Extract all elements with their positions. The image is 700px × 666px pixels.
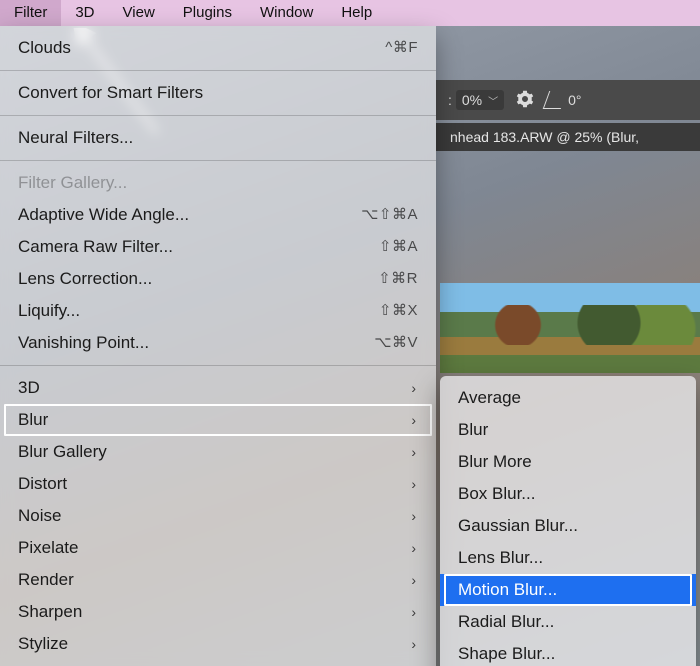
menu-item-label: Blur Gallery <box>18 441 107 463</box>
submenu-arrow-icon: › <box>411 633 418 655</box>
menu-item-shortcut: ⌥⇧⌘A <box>361 204 418 226</box>
submenu-arrow-icon: › <box>411 377 418 399</box>
menu-item-blur-gallery[interactable]: Blur Gallery › <box>0 436 436 468</box>
menu-item-label: Blur <box>18 409 48 431</box>
menu-item-label: Lens Correction... <box>18 268 152 290</box>
gear-icon[interactable] <box>516 90 534 111</box>
submenu-arrow-icon: › <box>411 505 418 527</box>
menu-item-label: Render <box>18 569 74 591</box>
menu-item-vanishing-point[interactable]: Vanishing Point... ⌥⌘V <box>0 327 436 359</box>
filter-menu: Clouds ^⌘F Convert for Smart Filters Neu… <box>0 26 436 666</box>
menu-item-noise[interactable]: Noise › <box>0 500 436 532</box>
menu-item-label: Camera Raw Filter... <box>18 236 173 258</box>
menu-item-label: Pixelate <box>18 537 78 559</box>
submenu-arrow-icon: › <box>411 441 418 463</box>
menu-item-label: Adaptive Wide Angle... <box>18 204 189 226</box>
menu-item-label: Stylize <box>18 633 68 655</box>
opacity-value: 0% <box>462 92 482 108</box>
menu-item-label: Liquify... <box>18 300 80 322</box>
menu-separator <box>0 160 436 161</box>
menu-item-neural-filters[interactable]: Neural Filters... <box>0 122 436 154</box>
menu-item-render[interactable]: Render › <box>0 564 436 596</box>
menu-item-convert-smart-filters[interactable]: Convert for Smart Filters <box>0 77 436 109</box>
image-preview <box>440 283 700 373</box>
menu-3d[interactable]: 3D <box>61 0 108 26</box>
angle-icon <box>543 91 568 109</box>
menu-item-shortcut: ⇧⌘X <box>379 300 418 322</box>
menu-item-clouds[interactable]: Clouds ^⌘F <box>0 32 436 64</box>
opacity-field[interactable]: : 0% ﹀ <box>448 90 504 110</box>
menu-item-label: Distort <box>18 473 67 495</box>
angle-field[interactable]: 0° <box>546 91 581 109</box>
menu-item-distort[interactable]: Distort › <box>0 468 436 500</box>
menu-item-shortcut: ⇧⌘R <box>378 268 418 290</box>
menu-item-label: Sharpen <box>18 601 82 623</box>
menu-separator <box>0 70 436 71</box>
menu-filter[interactable]: Filter <box>0 0 61 26</box>
menu-help[interactable]: Help <box>327 0 386 26</box>
menu-item-label: 3D <box>18 377 40 399</box>
submenu-arrow-icon: › <box>411 409 418 431</box>
menu-item-label: Vanishing Point... <box>18 332 149 354</box>
menu-item-shortcut: ⇧⌘A <box>379 236 418 258</box>
submenu-item-blur[interactable]: Blur <box>440 414 696 446</box>
menu-item-pixelate[interactable]: Pixelate › <box>0 532 436 564</box>
menu-item-lens-correction[interactable]: Lens Correction... ⇧⌘R <box>0 263 436 295</box>
menu-item-liquify[interactable]: Liquify... ⇧⌘X <box>0 295 436 327</box>
submenu-item-gaussian-blur[interactable]: Gaussian Blur... <box>440 510 696 542</box>
menu-item-label: Noise <box>18 505 61 527</box>
menu-view[interactable]: View <box>109 0 169 26</box>
menu-window[interactable]: Window <box>246 0 327 26</box>
submenu-arrow-icon: › <box>411 569 418 591</box>
menu-item-sharpen[interactable]: Sharpen › <box>0 596 436 628</box>
document-tab[interactable]: nhead 183.ARW @ 25% (Blur, <box>436 123 700 151</box>
menu-separator <box>0 365 436 366</box>
submenu-arrow-icon: › <box>411 537 418 559</box>
opacity-colon: : <box>448 92 452 108</box>
submenu-item-shape-blur[interactable]: Shape Blur... <box>440 638 696 666</box>
blur-submenu: Average Blur Blur More Box Blur... Gauss… <box>440 376 696 666</box>
menu-item-blur[interactable]: Blur › <box>0 404 436 436</box>
submenu-arrow-icon: › <box>411 473 418 495</box>
menu-item-camera-raw-filter[interactable]: Camera Raw Filter... ⇧⌘A <box>0 231 436 263</box>
menu-separator <box>0 115 436 116</box>
submenu-item-radial-blur[interactable]: Radial Blur... <box>440 606 696 638</box>
submenu-item-average[interactable]: Average <box>440 382 696 414</box>
menu-item-stylize[interactable]: Stylize › <box>0 628 436 660</box>
submenu-item-blur-more[interactable]: Blur More <box>440 446 696 478</box>
menubar: Filter 3D View Plugins Window Help <box>0 0 700 26</box>
options-bar: : 0% ﹀ 0° <box>436 80 700 120</box>
submenu-item-lens-blur[interactable]: Lens Blur... <box>440 542 696 574</box>
chevron-down-icon[interactable]: ﹀ <box>488 93 498 108</box>
submenu-item-motion-blur[interactable]: Motion Blur... <box>440 574 696 606</box>
menu-item-filter-gallery: Filter Gallery... <box>0 167 436 199</box>
menu-item-shortcut: ⌥⌘V <box>374 332 418 354</box>
menu-item-label: Neural Filters... <box>18 127 133 149</box>
menu-item-3d[interactable]: 3D › <box>0 372 436 404</box>
menu-item-video[interactable]: Video › <box>0 660 436 666</box>
submenu-item-box-blur[interactable]: Box Blur... <box>440 478 696 510</box>
menu-item-label: Clouds <box>18 37 71 59</box>
menu-item-shortcut: ^⌘F <box>385 37 418 59</box>
menu-plugins[interactable]: Plugins <box>169 0 246 26</box>
menu-item-label: Convert for Smart Filters <box>18 82 203 104</box>
submenu-arrow-icon: › <box>411 601 418 623</box>
menu-item-adaptive-wide-angle[interactable]: Adaptive Wide Angle... ⌥⇧⌘A <box>0 199 436 231</box>
menu-item-label: Filter Gallery... <box>18 172 127 194</box>
angle-value: 0° <box>568 92 581 108</box>
